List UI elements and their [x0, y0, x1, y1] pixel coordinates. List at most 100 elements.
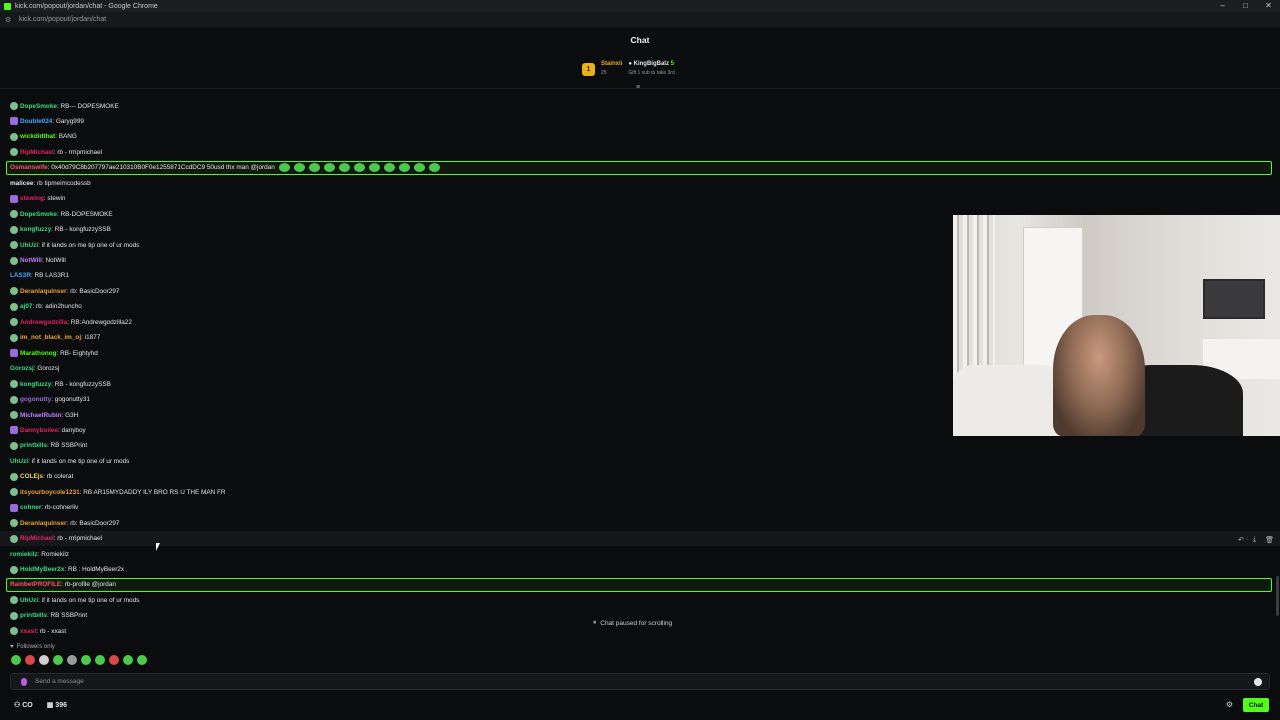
reply-icon[interactable]: ↶ — [1238, 536, 1244, 544]
chat-message[interactable]: UhUzi: if it lands on me tip one of ur m… — [10, 594, 139, 606]
chat-message[interactable]: romiekilz: Romiekilz — [10, 548, 69, 560]
chat-username[interactable]: HoldMyBeer2x — [20, 566, 64, 573]
emote-icon[interactable] — [95, 655, 105, 665]
chat-message[interactable]: kongfuzzy: RB - kongfuzzySSB — [10, 224, 111, 236]
chat-username[interactable]: RipMichael — [20, 535, 54, 542]
chat-message[interactable]: gogonutty: gogonutty31 — [10, 394, 90, 406]
emote-icon[interactable] — [109, 655, 119, 665]
emote-icon[interactable] — [81, 655, 91, 665]
chat-username[interactable]: kongfuzzy — [20, 381, 51, 388]
chat-message[interactable]: wickdidthat: BANG — [10, 131, 77, 143]
settings-gear-icon[interactable]: ⚙ — [1226, 700, 1233, 709]
chat-username[interactable]: DopeSmoke — [20, 103, 57, 110]
message-input-placeholder[interactable]: Send a message — [35, 678, 84, 685]
chat-scrollbar[interactable] — [1276, 576, 1279, 616]
emote-icon[interactable] — [123, 655, 133, 665]
chat-message[interactable]: printbills: RB SSBPrint — [10, 440, 87, 452]
chat-message[interactable]: im_not_black_im_oj: i1877 — [10, 332, 100, 344]
chat-username[interactable]: DopeSmoke — [20, 211, 57, 218]
site-settings-icon[interactable]: ⚙ — [5, 16, 15, 24]
mic-icon[interactable] — [21, 677, 27, 686]
chat-username[interactable]: UhUzi — [20, 597, 38, 604]
chat-message[interactable]: HoldMyBeer2x: RB : HoldMyBeer2x — [10, 564, 124, 576]
chat-username[interactable]: Osmanswife — [10, 164, 48, 171]
chat-username[interactable]: im_not_black_im_oj — [20, 334, 81, 341]
chat-message[interactable]: RipMichael: rb - rrripmichael — [10, 533, 102, 545]
pin-icon[interactable]: ⤓ — [1253, 536, 1256, 544]
chat-username[interactable]: printbills — [20, 612, 47, 619]
chat-username[interactable]: LAS3R — [10, 272, 31, 279]
chat-username[interactable]: xxast — [20, 628, 36, 635]
leaderboard-second[interactable]: ● KingBigBalz 5 Gift 1 sub to take 3rd — [628, 60, 674, 78]
chat-username[interactable]: Deranlaquinser — [20, 520, 67, 527]
channel-points[interactable]: ⚇ CO — [14, 701, 33, 709]
chat-message[interactable]: Andrewgodzilla: RB:Andrewgodzilla22 — [10, 316, 132, 328]
emote-icon[interactable] — [137, 655, 147, 665]
chat-message[interactable]: Osmanswife: 0x40d79C8b207797ae210310B0F0… — [10, 162, 440, 174]
emote-icon[interactable] — [53, 655, 63, 665]
chat-username[interactable]: malicee — [10, 180, 33, 187]
chat-username[interactable]: Dannyboiiee — [20, 427, 58, 434]
chat-message[interactable]: malicee: rb tipmeimcodessb — [10, 177, 91, 189]
chat-username[interactable]: Andrewgodzilla — [20, 319, 67, 326]
chat-username[interactable]: stewing — [20, 195, 44, 202]
emote-icon[interactable] — [39, 655, 49, 665]
close-button[interactable]: ✕ — [1257, 0, 1280, 12]
chat-message[interactable]: Gorozsj: Gorozsj — [10, 363, 59, 375]
chat-message[interactable]: aj07: rb: adin2huncho — [10, 301, 82, 313]
chat-message[interactable]: Double024: Garyg999 — [10, 115, 84, 127]
chat-username[interactable]: MichaelRubin — [20, 412, 62, 419]
chat-username[interactable]: Deranlaquinser — [20, 288, 67, 295]
chat-username[interactable]: aj07 — [20, 303, 32, 310]
chat-message[interactable]: UhUzi: if it lands on me tip one of ur m… — [10, 239, 139, 251]
chat-username[interactable]: kongfuzzy — [20, 226, 51, 233]
chat-message[interactable]: stewing: stewin — [10, 193, 65, 205]
chat-username[interactable]: itsyourboycole1231 — [20, 489, 80, 496]
chat-message[interactable]: MichaelRubin: G3H — [10, 409, 78, 421]
chat-message[interactable]: DopeSmoke: RB-DOPESMOKE — [10, 208, 113, 220]
chat-username[interactable]: gogonutty — [20, 396, 51, 403]
chat-message[interactable]: NotWill: NotWill — [10, 255, 66, 267]
chat-paused-banner[interactable]: ⏸ Chat paused for scrolling — [587, 616, 679, 630]
chat-username[interactable]: NotWill — [20, 257, 42, 264]
chat-username[interactable]: Gorozsj — [10, 365, 34, 372]
chat-message[interactable]: Deranlaquinser: rb: BasicDoor297 — [10, 285, 119, 297]
chat-message[interactable]: itsyourboycole1231: RB AR15MYDADDY ILY B… — [10, 486, 226, 498]
chat-message[interactable]: xxast: rb - xxast — [10, 625, 66, 637]
gift-leaderboard[interactable]: 1 Stainxii 25 ● KingBigBalz 5 Gift 1 sub… — [582, 57, 675, 81]
address-bar[interactable]: ⚙ kick.com/popout/jordan/chat — [0, 12, 1280, 28]
message-input[interactable]: Send a message — [10, 673, 1270, 690]
chat-message[interactable]: Deranlaquinser: rb: BasicDoor297 — [10, 517, 119, 529]
chat-username[interactable]: UhUzi — [20, 242, 38, 249]
chat-username[interactable]: printbills — [20, 442, 47, 449]
chat-message[interactable]: DopeSmoke: RB--- DOPESMOKE — [10, 100, 119, 112]
chat-message[interactable]: cohner: rb-cohnerliv — [10, 502, 78, 514]
url-text[interactable]: kick.com/popout/jordan/chat — [19, 16, 106, 23]
chat-message[interactable]: COLEjs: rb colerat — [10, 471, 73, 483]
chat-username[interactable]: COLEjs — [20, 473, 43, 480]
chat-username[interactable]: UhUzi — [10, 458, 28, 465]
chat-username[interactable]: wickdidthat — [20, 133, 55, 140]
emote-icon[interactable] — [11, 655, 21, 665]
chat-message[interactable]: kongfuzzy: RB - kongfuzzySSB — [10, 378, 111, 390]
leaderboard-first[interactable]: Stainxii 25 — [601, 60, 622, 78]
chat-message[interactable]: Dannyboiiee: danyboy — [10, 424, 86, 436]
emote-icon[interactable] — [25, 655, 35, 665]
chat-message[interactable]: Marathonog: RB- Eightyhd — [10, 347, 98, 359]
chat-message[interactable]: RainbetPROFILE: rb-profile @jordan — [10, 579, 116, 591]
delete-icon[interactable]: 🗑 — [1265, 536, 1274, 544]
chat-username[interactable]: RipMichael — [20, 149, 54, 156]
chat-message[interactable]: LAS3R: RB LAS3R1 — [10, 270, 69, 282]
chat-username[interactable]: cohner — [20, 504, 41, 511]
minimize-button[interactable]: – — [1211, 0, 1234, 12]
chat-username[interactable]: RainbetPROFILE — [10, 581, 61, 588]
chat-message[interactable]: UhUzi: if it lands on me tip one of ur m… — [10, 455, 129, 467]
chat-message[interactable]: printbills: RB SSBPrint — [10, 610, 87, 622]
chat-username[interactable]: romiekilz — [10, 551, 38, 558]
chat-send-button[interactable]: Chat — [1243, 698, 1269, 712]
maximize-button[interactable]: □ — [1234, 0, 1257, 12]
chat-username[interactable]: Marathonog — [20, 350, 57, 357]
chat-message[interactable]: RipMichael: rb - rrripmichael — [10, 146, 102, 158]
emoji-picker-icon[interactable] — [1254, 678, 1262, 686]
chat-username[interactable]: Double024 — [20, 118, 52, 125]
